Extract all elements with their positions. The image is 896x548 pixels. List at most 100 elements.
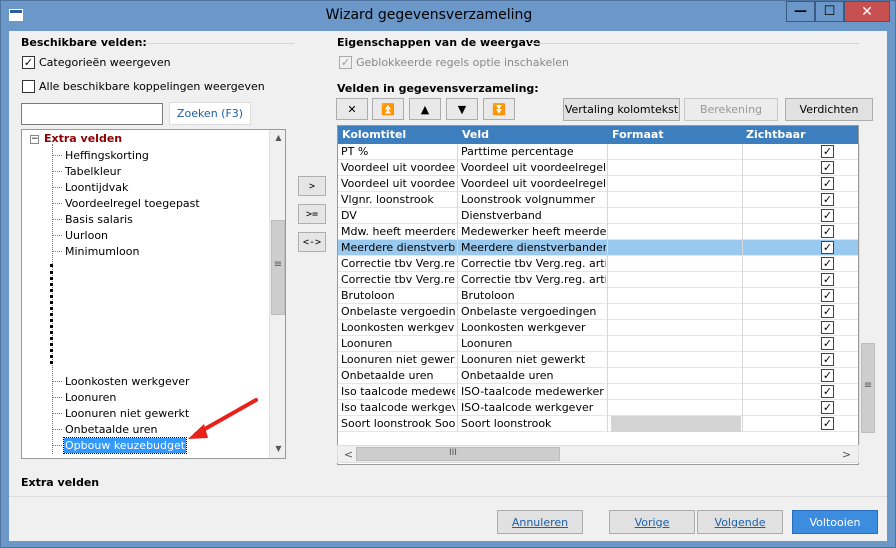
collapse-icon[interactable]: − [30, 135, 39, 144]
visible-checkbox[interactable]: ✓ [821, 273, 834, 286]
cell-title[interactable]: Soort loonstrook Soort lo [341, 417, 455, 431]
maximize-button[interactable]: ☐ [815, 1, 844, 22]
minimize-button[interactable]: — [786, 1, 815, 22]
finish-button[interactable]: Voltooien [792, 510, 878, 534]
move-down-button[interactable]: ▼ [446, 98, 478, 120]
visible-checkbox[interactable]: ✓ [821, 289, 834, 302]
cell-field[interactable]: Voordeel uit voordeelregel (Cum [461, 177, 606, 191]
cell-field[interactable]: ISO-taalcode werkgever [461, 401, 606, 415]
visible-checkbox[interactable]: ✓ [821, 321, 834, 334]
tree-item[interactable]: Onbetaalde uren [64, 422, 158, 437]
cell-title[interactable]: Iso taalcode medewerker [341, 385, 455, 399]
cell-field[interactable]: Onbetaalde uren [461, 369, 606, 383]
tree-item[interactable]: Loonuren niet gewerkt [64, 406, 190, 421]
cell-field[interactable]: Correctie tbv Verg.reg. artieste [461, 257, 606, 271]
grid-vertical-scrollbar[interactable]: ≡ [859, 143, 876, 445]
show-links-checkbox[interactable] [22, 80, 35, 93]
cell-title[interactable]: Loonuren niet gewerkt [341, 353, 455, 367]
title-bar[interactable]: Wizard gegevensverzameling — ☐ ✕ [1, 1, 895, 31]
cell-title[interactable]: Onbetaalde uren [341, 369, 455, 383]
cell-title[interactable]: Meerdere dienstverbanden [341, 241, 455, 255]
tree-item[interactable]: Heffingskorting [64, 148, 150, 163]
tree-item[interactable]: Loonkosten werkgever [64, 374, 191, 389]
cell-format[interactable] [611, 369, 741, 383]
table-row[interactable]: Iso taalcode medewerker ISO-taalcode mede… [338, 384, 858, 400]
cell-field[interactable]: Loonuren [461, 337, 606, 351]
visible-checkbox[interactable]: ✓ [821, 193, 834, 206]
cell-format[interactable] [611, 416, 741, 432]
column-header-format[interactable]: Formaat [612, 128, 664, 141]
cell-field[interactable]: Onbelaste vergoedingen [461, 305, 606, 319]
tree-scroll-thumb[interactable]: ≡ [271, 220, 285, 315]
cell-title[interactable]: Voordeel uit voordeelregel [341, 177, 455, 191]
cell-format[interactable] [611, 193, 741, 207]
visible-checkbox[interactable]: ✓ [821, 337, 834, 350]
cell-format[interactable] [611, 321, 741, 335]
cell-field[interactable]: Voordeel uit voordeelregel [461, 161, 606, 175]
visible-checkbox[interactable]: ✓ [821, 225, 834, 238]
cell-field[interactable]: Parttime percentage [461, 145, 606, 159]
cell-field[interactable]: Loonkosten werkgever [461, 321, 606, 335]
remove-field-button[interactable]: ✕ [336, 98, 368, 120]
cell-field[interactable]: Dienstverband [461, 209, 606, 223]
cell-field[interactable]: Loonstrook volgnummer [461, 193, 606, 207]
cell-title[interactable]: Brutoloon [341, 289, 455, 303]
cell-format[interactable] [611, 177, 741, 191]
visible-checkbox[interactable]: ✓ [821, 257, 834, 270]
table-row[interactable]: Correctie tbv Verg.reg. A Correctie tbv V… [338, 256, 858, 272]
tree-item[interactable]: Voordeelregel toegepast [64, 196, 201, 211]
cell-title[interactable]: Onbelaste vergoedingen [341, 305, 455, 319]
next-button[interactable]: Volgende [697, 510, 783, 534]
cell-field[interactable]: Correctie tbv Verg.reg. artieste [461, 273, 606, 287]
compress-button[interactable]: Verdichten [785, 98, 873, 121]
search-input[interactable] [21, 103, 163, 125]
cell-format[interactable] [611, 337, 741, 351]
cell-field[interactable]: Soort loonstrook [461, 417, 606, 431]
table-row[interactable]: Onbetaalde uren Onbetaalde uren ✓ [338, 368, 858, 384]
table-row[interactable]: Voordeel uit voordeelregel Voordeel uit v… [338, 176, 858, 192]
cell-format[interactable] [611, 385, 741, 399]
cancel-button[interactable]: Annuleren [497, 510, 583, 534]
grid-hscroll-thumb[interactable]: III [356, 447, 560, 461]
move-bottom-button[interactable]: ⏬ [483, 98, 515, 120]
tree-item[interactable]: Uurloon [64, 228, 109, 243]
scroll-left-icon[interactable]: < [340, 448, 357, 461]
visible-checkbox[interactable]: ✓ [821, 161, 834, 174]
cell-title[interactable]: Vlgnr. loonstrook [341, 193, 455, 207]
column-header-title[interactable]: Kolomtitel [342, 128, 406, 141]
cell-title[interactable]: Correctie tbv Verg.reg. A [341, 257, 455, 271]
cell-field[interactable]: Brutoloon [461, 289, 606, 303]
table-row[interactable]: Voordeel uit voordeelregel Voordeel uit v… [338, 160, 858, 176]
visible-checkbox[interactable]: ✓ [821, 385, 834, 398]
calculation-button[interactable]: Berekening [684, 98, 778, 121]
swap-field-button[interactable]: <-> [298, 232, 326, 252]
cell-title[interactable]: Loonkosten werkgever [341, 321, 455, 335]
cell-field[interactable]: Meerdere dienstverbanden ge [461, 241, 606, 255]
column-header-field[interactable]: Veld [462, 128, 489, 141]
cell-field[interactable]: ISO-taalcode medewerker [461, 385, 606, 399]
table-row[interactable]: Soort loonstrook Soort lo Soort loonstroo… [338, 416, 858, 432]
scroll-up-icon[interactable]: ▲ [270, 133, 285, 142]
translate-column-text-button[interactable]: Vertaling kolomtekst [563, 98, 680, 121]
cell-format[interactable] [611, 353, 741, 367]
cell-format[interactable] [611, 257, 741, 271]
table-row[interactable]: Mdw. heeft meerdere DV Medewerker heeft m… [338, 224, 858, 240]
grid-horizontal-scrollbar[interactable]: < III > [337, 445, 859, 463]
table-row[interactable]: PT % Parttime percentage ✓ [338, 144, 858, 160]
tree-scrollbar[interactable]: ▲ ≡ ▼ [269, 130, 285, 458]
cell-title[interactable]: Voordeel uit voordeelregel [341, 161, 455, 175]
visible-checkbox[interactable]: ✓ [821, 177, 834, 190]
table-row[interactable]: Iso taalcode werkgever ISO-taalcode werkg… [338, 400, 858, 416]
tree-item[interactable]: Basis salaris [64, 212, 134, 227]
table-row[interactable]: DV Dienstverband ✓ [338, 208, 858, 224]
cell-format[interactable] [611, 305, 741, 319]
move-top-button[interactable]: ⏫ [372, 98, 404, 120]
cell-format[interactable] [611, 241, 741, 255]
cell-format[interactable] [611, 209, 741, 223]
column-header-visible[interactable]: Zichtbaar [746, 128, 806, 141]
cell-title[interactable]: Iso taalcode werkgever [341, 401, 455, 415]
scroll-down-icon[interactable]: ▼ [270, 444, 285, 453]
cell-format[interactable] [611, 225, 741, 239]
scroll-right-icon[interactable]: > [838, 448, 855, 461]
cell-title[interactable]: Mdw. heeft meerdere DV [341, 225, 455, 239]
